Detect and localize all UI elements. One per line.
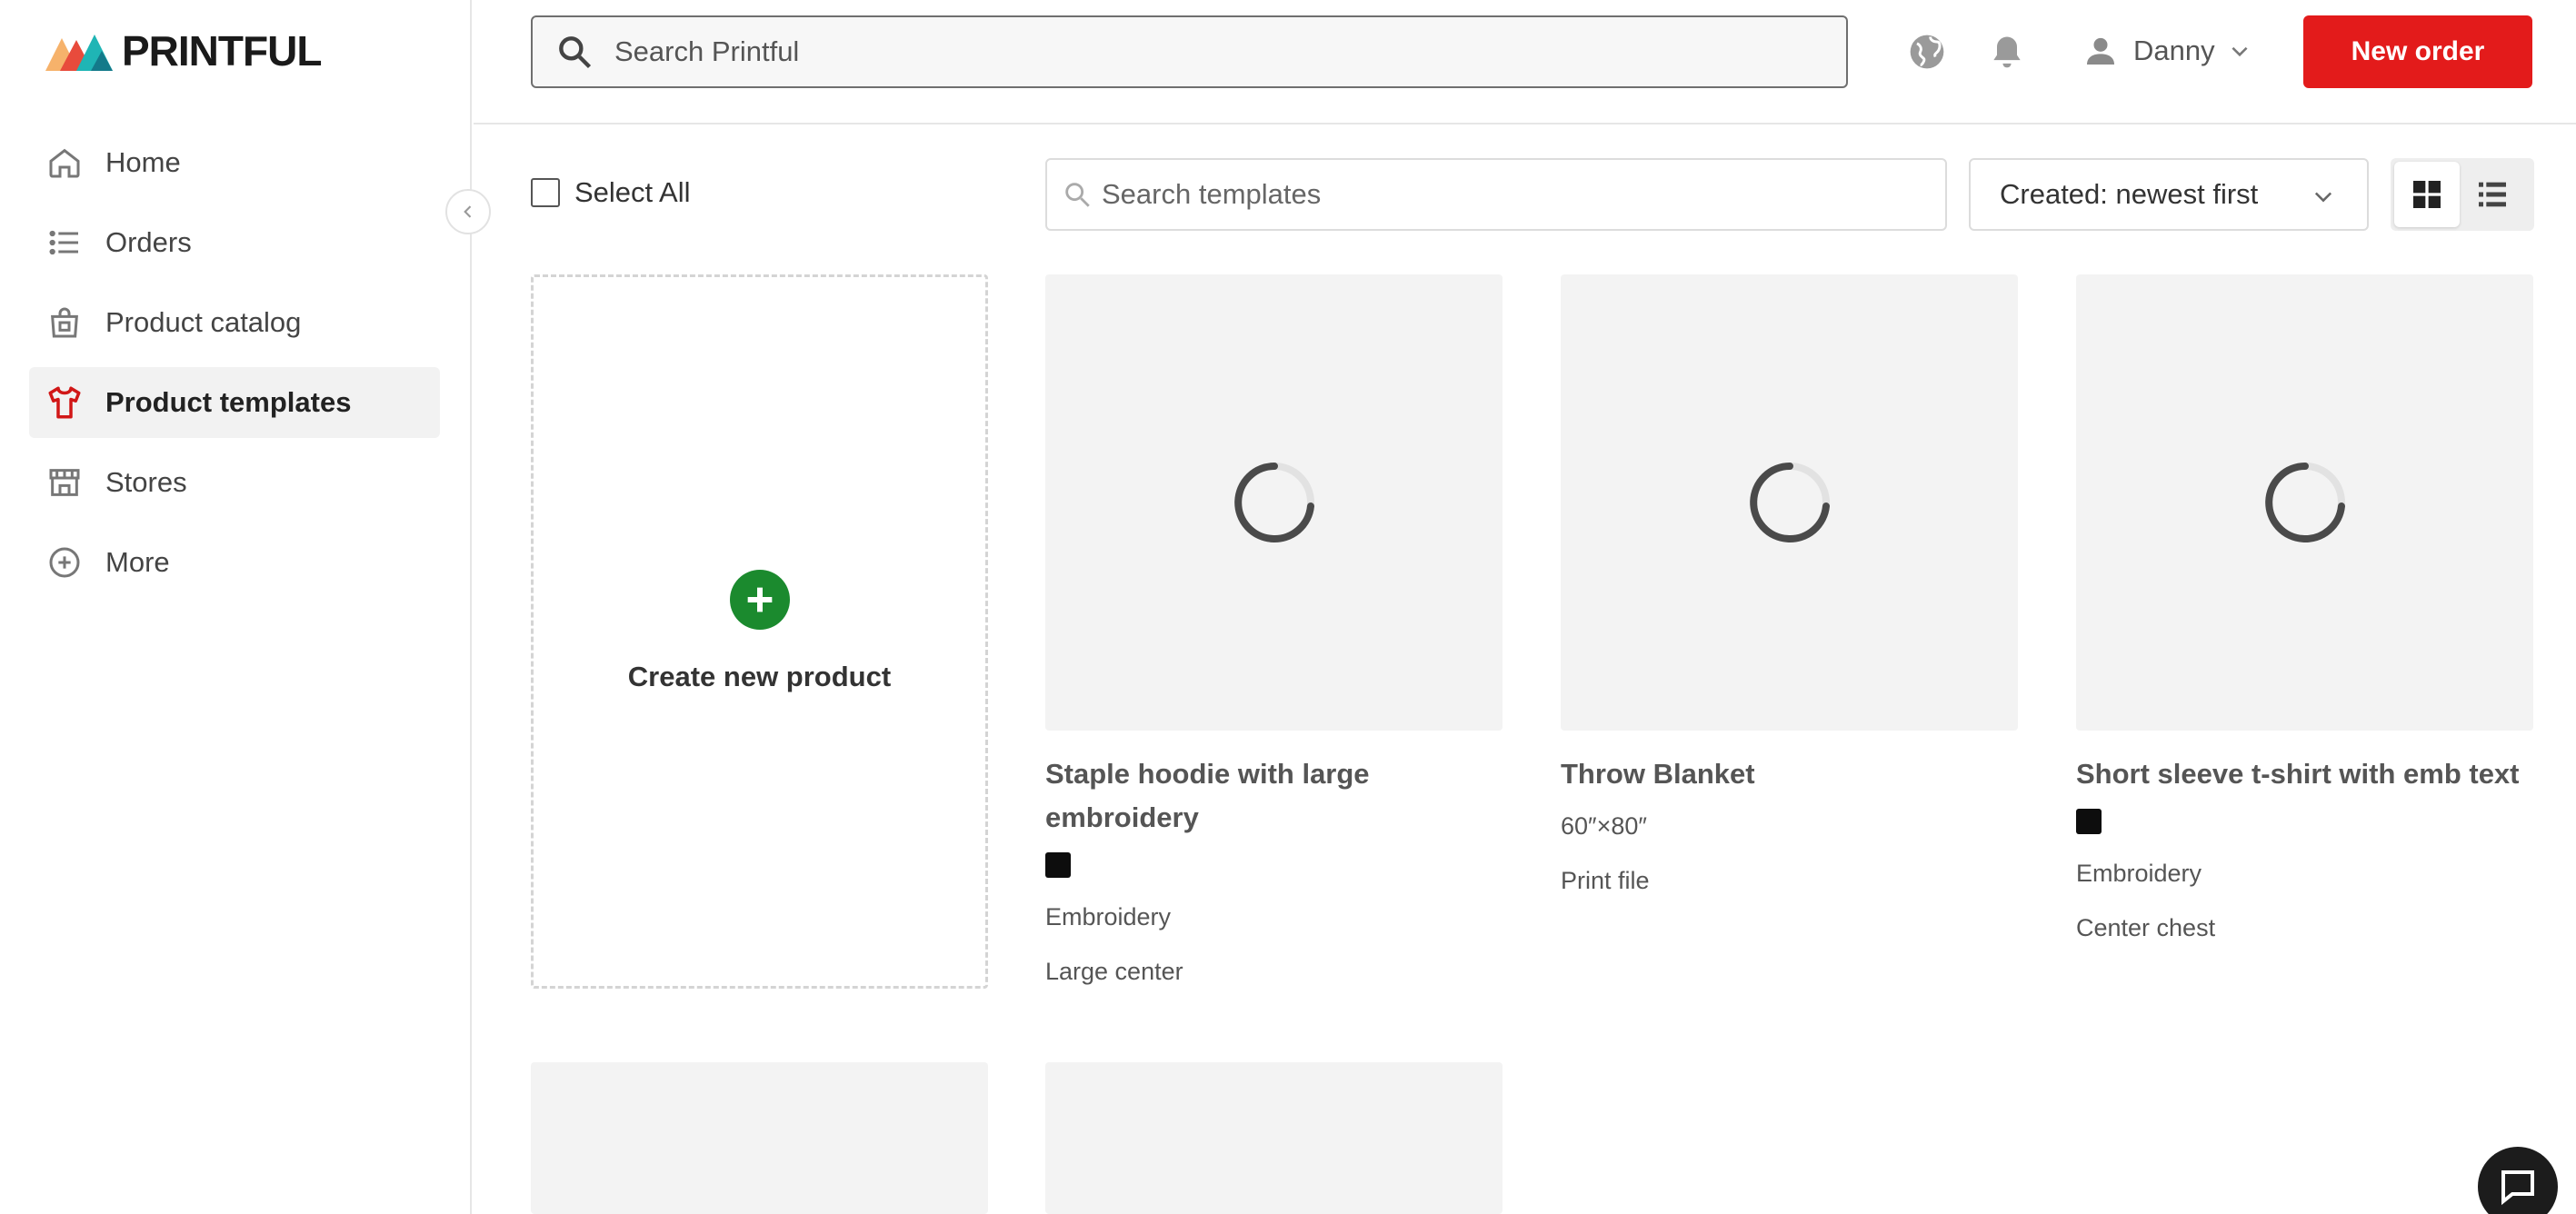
sidebar-item-label: Stores: [105, 466, 187, 498]
template-search: [1045, 158, 1947, 231]
globe-icon: [1910, 35, 1944, 69]
user-icon: [2087, 37, 2114, 65]
template-title[interactable]: Short sleeve t-shirt with emb text: [2076, 752, 2533, 796]
notifications-button[interactable]: [1986, 31, 2028, 73]
brand-name: PRINTFUL: [122, 27, 322, 75]
template-title[interactable]: Staple hoodie with large embroidery: [1045, 752, 1503, 840]
template-card[interactable]: Staple hoodie with large embroidery Embr…: [1045, 274, 1503, 987]
template-technique: Embroidery: [2076, 860, 2202, 887]
shopping-bag-icon: [45, 304, 84, 342]
sidebar-item-label: Home: [105, 146, 181, 178]
search-icon: [559, 36, 592, 69]
template-title[interactable]: Throw Blanket: [1561, 752, 2018, 796]
sort-value: Created: newest first: [2000, 178, 2259, 210]
collapse-sidebar-button[interactable]: [445, 189, 491, 234]
template-card-placeholder: [1045, 1062, 1503, 1214]
template-file-type: Print file: [1561, 867, 1650, 894]
grid-icon: [2413, 181, 2441, 208]
sidebar-item-orders[interactable]: Orders: [29, 207, 440, 278]
sidebar-item-home[interactable]: Home: [29, 127, 440, 198]
global-search: [531, 15, 1848, 88]
chat-button[interactable]: [2478, 1147, 2558, 1214]
top-header: Danny New order: [474, 0, 2576, 124]
template-size: 60″×80″: [1561, 812, 1647, 840]
sidebar-item-product-templates[interactable]: Product templates: [29, 367, 440, 438]
list-icon: [2479, 182, 2506, 207]
user-menu[interactable]: Danny: [2082, 27, 2252, 75]
plus-circle-icon: [45, 543, 84, 582]
view-toggle: [2391, 158, 2534, 231]
template-thumbnail[interactable]: [1045, 274, 1503, 731]
sidebar-nav: Home Orders Product catalog Product temp…: [29, 127, 440, 607]
grid-view-button[interactable]: [2394, 162, 2460, 227]
plus-icon: [729, 570, 790, 630]
sidebar-item-label: Product templates: [105, 386, 352, 418]
new-order-button[interactable]: New order: [2303, 15, 2532, 88]
template-placement: Center chest: [2076, 914, 2216, 941]
template-thumbnail[interactable]: [2076, 274, 2533, 731]
template-card[interactable]: Short sleeve t-shirt with emb text Embro…: [2076, 274, 2533, 943]
list-view-button[interactable]: [2460, 162, 2525, 227]
loading-spinner-icon: [2264, 463, 2345, 542]
template-card[interactable]: Throw Blanket 60″×80″ Print file: [1561, 274, 2018, 896]
create-new-product-card[interactable]: Create new product: [531, 274, 988, 989]
sidebar-item-stores[interactable]: Stores: [29, 447, 440, 518]
chevron-left-icon: [464, 205, 472, 218]
chevron-down-icon: [2314, 192, 2332, 203]
select-all-label: Select All: [574, 176, 691, 208]
template-thumbnail[interactable]: [1561, 274, 2018, 731]
loading-spinner-icon: [1233, 463, 1314, 542]
app: PRINTFUL Home Orders Product catalog Pro…: [0, 0, 2576, 1214]
store-icon: [45, 463, 84, 502]
select-all-checkbox[interactable]: [531, 178, 560, 207]
t-shirt-icon: [45, 383, 84, 422]
chat-icon: [2501, 1170, 2534, 1206]
sidebar: PRINTFUL Home Orders Product catalog Pro…: [0, 0, 472, 1214]
select-all[interactable]: Select All: [531, 176, 691, 209]
templates-toolbar: Select All Created: newest first: [531, 158, 2534, 233]
loading-spinner-icon: [1749, 463, 1830, 542]
sidebar-item-product-catalog[interactable]: Product catalog: [29, 287, 440, 358]
template-technique: Embroidery: [1045, 903, 1172, 930]
home-icon: [45, 144, 84, 182]
sidebar-item-more[interactable]: More: [29, 527, 440, 598]
color-swatch: [2076, 809, 2102, 834]
template-search-input[interactable]: [1102, 178, 1920, 211]
search-icon: [1065, 183, 1090, 207]
sidebar-item-label: Product catalog: [105, 306, 302, 338]
user-name: Danny: [2133, 35, 2215, 66]
sort-dropdown[interactable]: Created: newest first: [1969, 158, 2369, 231]
printful-logo[interactable]: PRINTFUL: [45, 27, 322, 75]
template-placement: Large center: [1045, 958, 1183, 985]
create-new-product-label: Create new product: [627, 661, 892, 692]
global-search-input[interactable]: [614, 35, 1796, 68]
sidebar-item-label: Orders: [105, 226, 192, 258]
bell-icon: [1993, 36, 2021, 68]
language-button[interactable]: [1906, 31, 1948, 73]
chevron-down-icon: [2232, 46, 2248, 57]
sidebar-item-label: More: [105, 546, 170, 578]
color-swatch: [1045, 852, 1071, 878]
printful-logo-icon: [45, 35, 113, 71]
list-icon: [45, 224, 84, 262]
template-card-placeholder: [531, 1062, 988, 1214]
